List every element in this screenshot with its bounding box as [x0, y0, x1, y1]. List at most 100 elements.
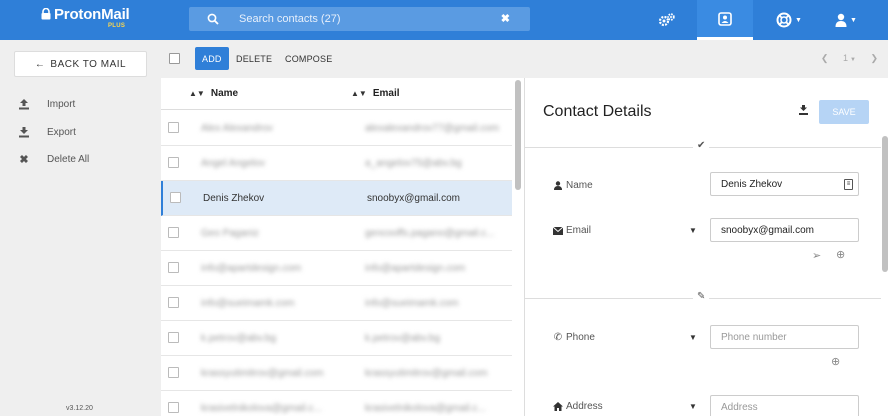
contact-name: Geo Paganiz: [201, 228, 259, 239]
address-book-icon: [718, 11, 732, 26]
compose-button[interactable]: COMPOSE: [285, 47, 332, 70]
contact-email: k.petrov@abv.bg: [365, 333, 441, 344]
chevron-left-icon[interactable]: ❮: [821, 53, 829, 63]
settings-button[interactable]: [643, 0, 691, 40]
top-bar: ProtonMail PLUS ✖: [0, 0, 888, 40]
row-checkbox[interactable]: [168, 367, 179, 378]
sidebar-item-label: Export: [47, 126, 76, 138]
email-label: Email: [553, 225, 591, 236]
logo-text: ProtonMail: [54, 6, 130, 23]
user-icon: [553, 181, 563, 191]
contact-details-panel: Contact Details SAVE ✔ Name Denis Zhekov…: [524, 78, 888, 416]
sort-by-email[interactable]: ▲▼ Email: [351, 88, 400, 99]
save-button[interactable]: SAVE: [819, 100, 869, 124]
sort-icon: ▲▼: [189, 89, 205, 98]
cogs-icon: [658, 13, 675, 27]
user-icon: [835, 13, 847, 27]
table-row[interactable]: Geo Paganiz gencooffs.pagano@gmail.c...: [161, 216, 512, 251]
table-row[interactable]: info@sueimamk.com info@sueimamk.com: [161, 286, 512, 321]
pagination: ❮ 1 ▼ ❯: [821, 53, 878, 64]
list-header: ▲▼ Name ▲▼ Email: [161, 78, 512, 110]
row-checkbox[interactable]: [168, 262, 179, 273]
sidebar-item-import[interactable]: Import: [18, 96, 75, 112]
contact-name: info@sueimamk.com: [201, 298, 295, 309]
row-checkbox[interactable]: [168, 122, 179, 133]
column-header-email: Email: [372, 88, 400, 99]
chevron-down-icon: ▼: [850, 16, 857, 24]
help-button[interactable]: ▼: [765, 0, 813, 40]
table-row[interactable]: Denis Zhekov snoobyx@gmail.com: [161, 181, 512, 216]
address-field[interactable]: Address: [710, 395, 859, 416]
table-row[interactable]: krassyutimitrov@gmail.com krassyutimitrov…: [161, 356, 512, 391]
contact-name: Alex Alexandrov: [201, 123, 273, 134]
contacts-button[interactable]: [697, 0, 753, 40]
details-scrollbar[interactable]: [882, 136, 888, 272]
row-checkbox[interactable]: [168, 332, 179, 343]
search-bar: ✖: [189, 7, 530, 31]
chevron-right-icon[interactable]: ❯: [870, 53, 878, 63]
app-version: v3.12.20: [66, 405, 93, 412]
address-label: Address: [553, 401, 603, 412]
back-to-mail-button[interactable]: ← BACK TO MAIL: [14, 51, 147, 77]
list-scrollbar[interactable]: [515, 80, 521, 190]
table-row[interactable]: Alex Alexandrov alexalexandrov77@gmail.co…: [161, 111, 512, 146]
edit-icon: ✎: [693, 291, 710, 302]
email-field[interactable]: snoobyx@gmail.com: [710, 218, 859, 242]
delete-button[interactable]: DELETE: [236, 47, 272, 70]
contact-name: Angel Angelov: [201, 158, 265, 169]
email-type-dropdown[interactable]: ▼: [689, 226, 697, 235]
download-icon[interactable]: [799, 105, 808, 115]
table-row[interactable]: krasivelnikolova@gmail.c... krasivelnikol…: [161, 391, 512, 416]
sidebar-item-export[interactable]: Export: [18, 124, 76, 140]
search-icon[interactable]: [207, 13, 219, 25]
page-number[interactable]: 1: [843, 53, 848, 63]
table-row[interactable]: Angel Angelov a_angelov75@abv.bg: [161, 146, 512, 181]
chevron-down-icon: ▼: [795, 16, 802, 24]
contact-email: a_angelov75@abv.bg: [365, 158, 462, 169]
contact-email: info@sueimamk.com: [365, 298, 459, 309]
contact-email: info@apartdesign.com: [365, 263, 466, 274]
plan-badge: PLUS: [108, 23, 126, 29]
contact-email: snoobyx@gmail.com: [367, 193, 460, 204]
sidebar: ← BACK TO MAIL Import Export ✖ Delete Al…: [0, 40, 161, 416]
name-field[interactable]: Denis Zhekov ≡: [710, 172, 859, 196]
phone-label: ✆ Phone: [553, 332, 595, 343]
contact-name: Denis Zhekov: [203, 193, 265, 204]
close-icon: ✖: [19, 153, 29, 166]
table-row[interactable]: info@apartdesign.com info@apartdesign.com: [161, 251, 512, 286]
row-checkbox[interactable]: [168, 157, 179, 168]
search-input[interactable]: [239, 10, 489, 28]
back-to-mail-label: BACK TO MAIL: [50, 58, 127, 70]
contact-email: krasivelnikolova@gmail.c...: [365, 403, 486, 414]
clear-search-icon[interactable]: ✖: [501, 12, 510, 25]
phone-field[interactable]: Phone number: [710, 325, 859, 349]
row-checkbox[interactable]: [170, 192, 181, 203]
row-checkbox[interactable]: [168, 297, 179, 308]
contact-email: alexalexandrov77@gmail.com: [365, 123, 500, 134]
vcard-icon[interactable]: ≡: [844, 179, 853, 190]
user-menu-button[interactable]: ▼: [822, 0, 870, 40]
add-icon[interactable]: ⊕: [836, 248, 845, 261]
add-contact-button[interactable]: ADD: [195, 47, 229, 70]
sidebar-item-label: Delete All: [47, 153, 90, 165]
contact-email: gencooffs.pagano@gmail.c...: [365, 228, 495, 239]
arrow-left-icon: ←: [34, 58, 46, 70]
table-row[interactable]: k.petrov@abv.bg k.petrov@abv.bg: [161, 321, 512, 356]
column-header-name: Name: [210, 88, 239, 99]
details-title: Contact Details: [543, 103, 652, 120]
contact-name: k.petrov@abv.bg: [201, 333, 277, 344]
lock-icon: [41, 8, 51, 20]
send-icon[interactable]: ➢: [812, 249, 821, 262]
select-all-checkbox[interactable]: [169, 53, 180, 64]
phone-type-dropdown[interactable]: ▼: [689, 333, 697, 342]
home-icon: [553, 402, 563, 412]
row-checkbox[interactable]: [168, 402, 179, 413]
address-type-dropdown[interactable]: ▼: [689, 402, 697, 411]
lifebuoy-icon: [776, 12, 792, 28]
row-checkbox[interactable]: [168, 227, 179, 238]
sidebar-item-delete-all[interactable]: ✖ Delete All: [18, 151, 89, 167]
contact-name: krasivelnikolova@gmail.c...: [201, 403, 322, 414]
name-label: Name: [553, 180, 593, 191]
add-icon[interactable]: ⊕: [831, 355, 840, 368]
sort-by-name[interactable]: ▲▼ Name: [189, 88, 238, 99]
